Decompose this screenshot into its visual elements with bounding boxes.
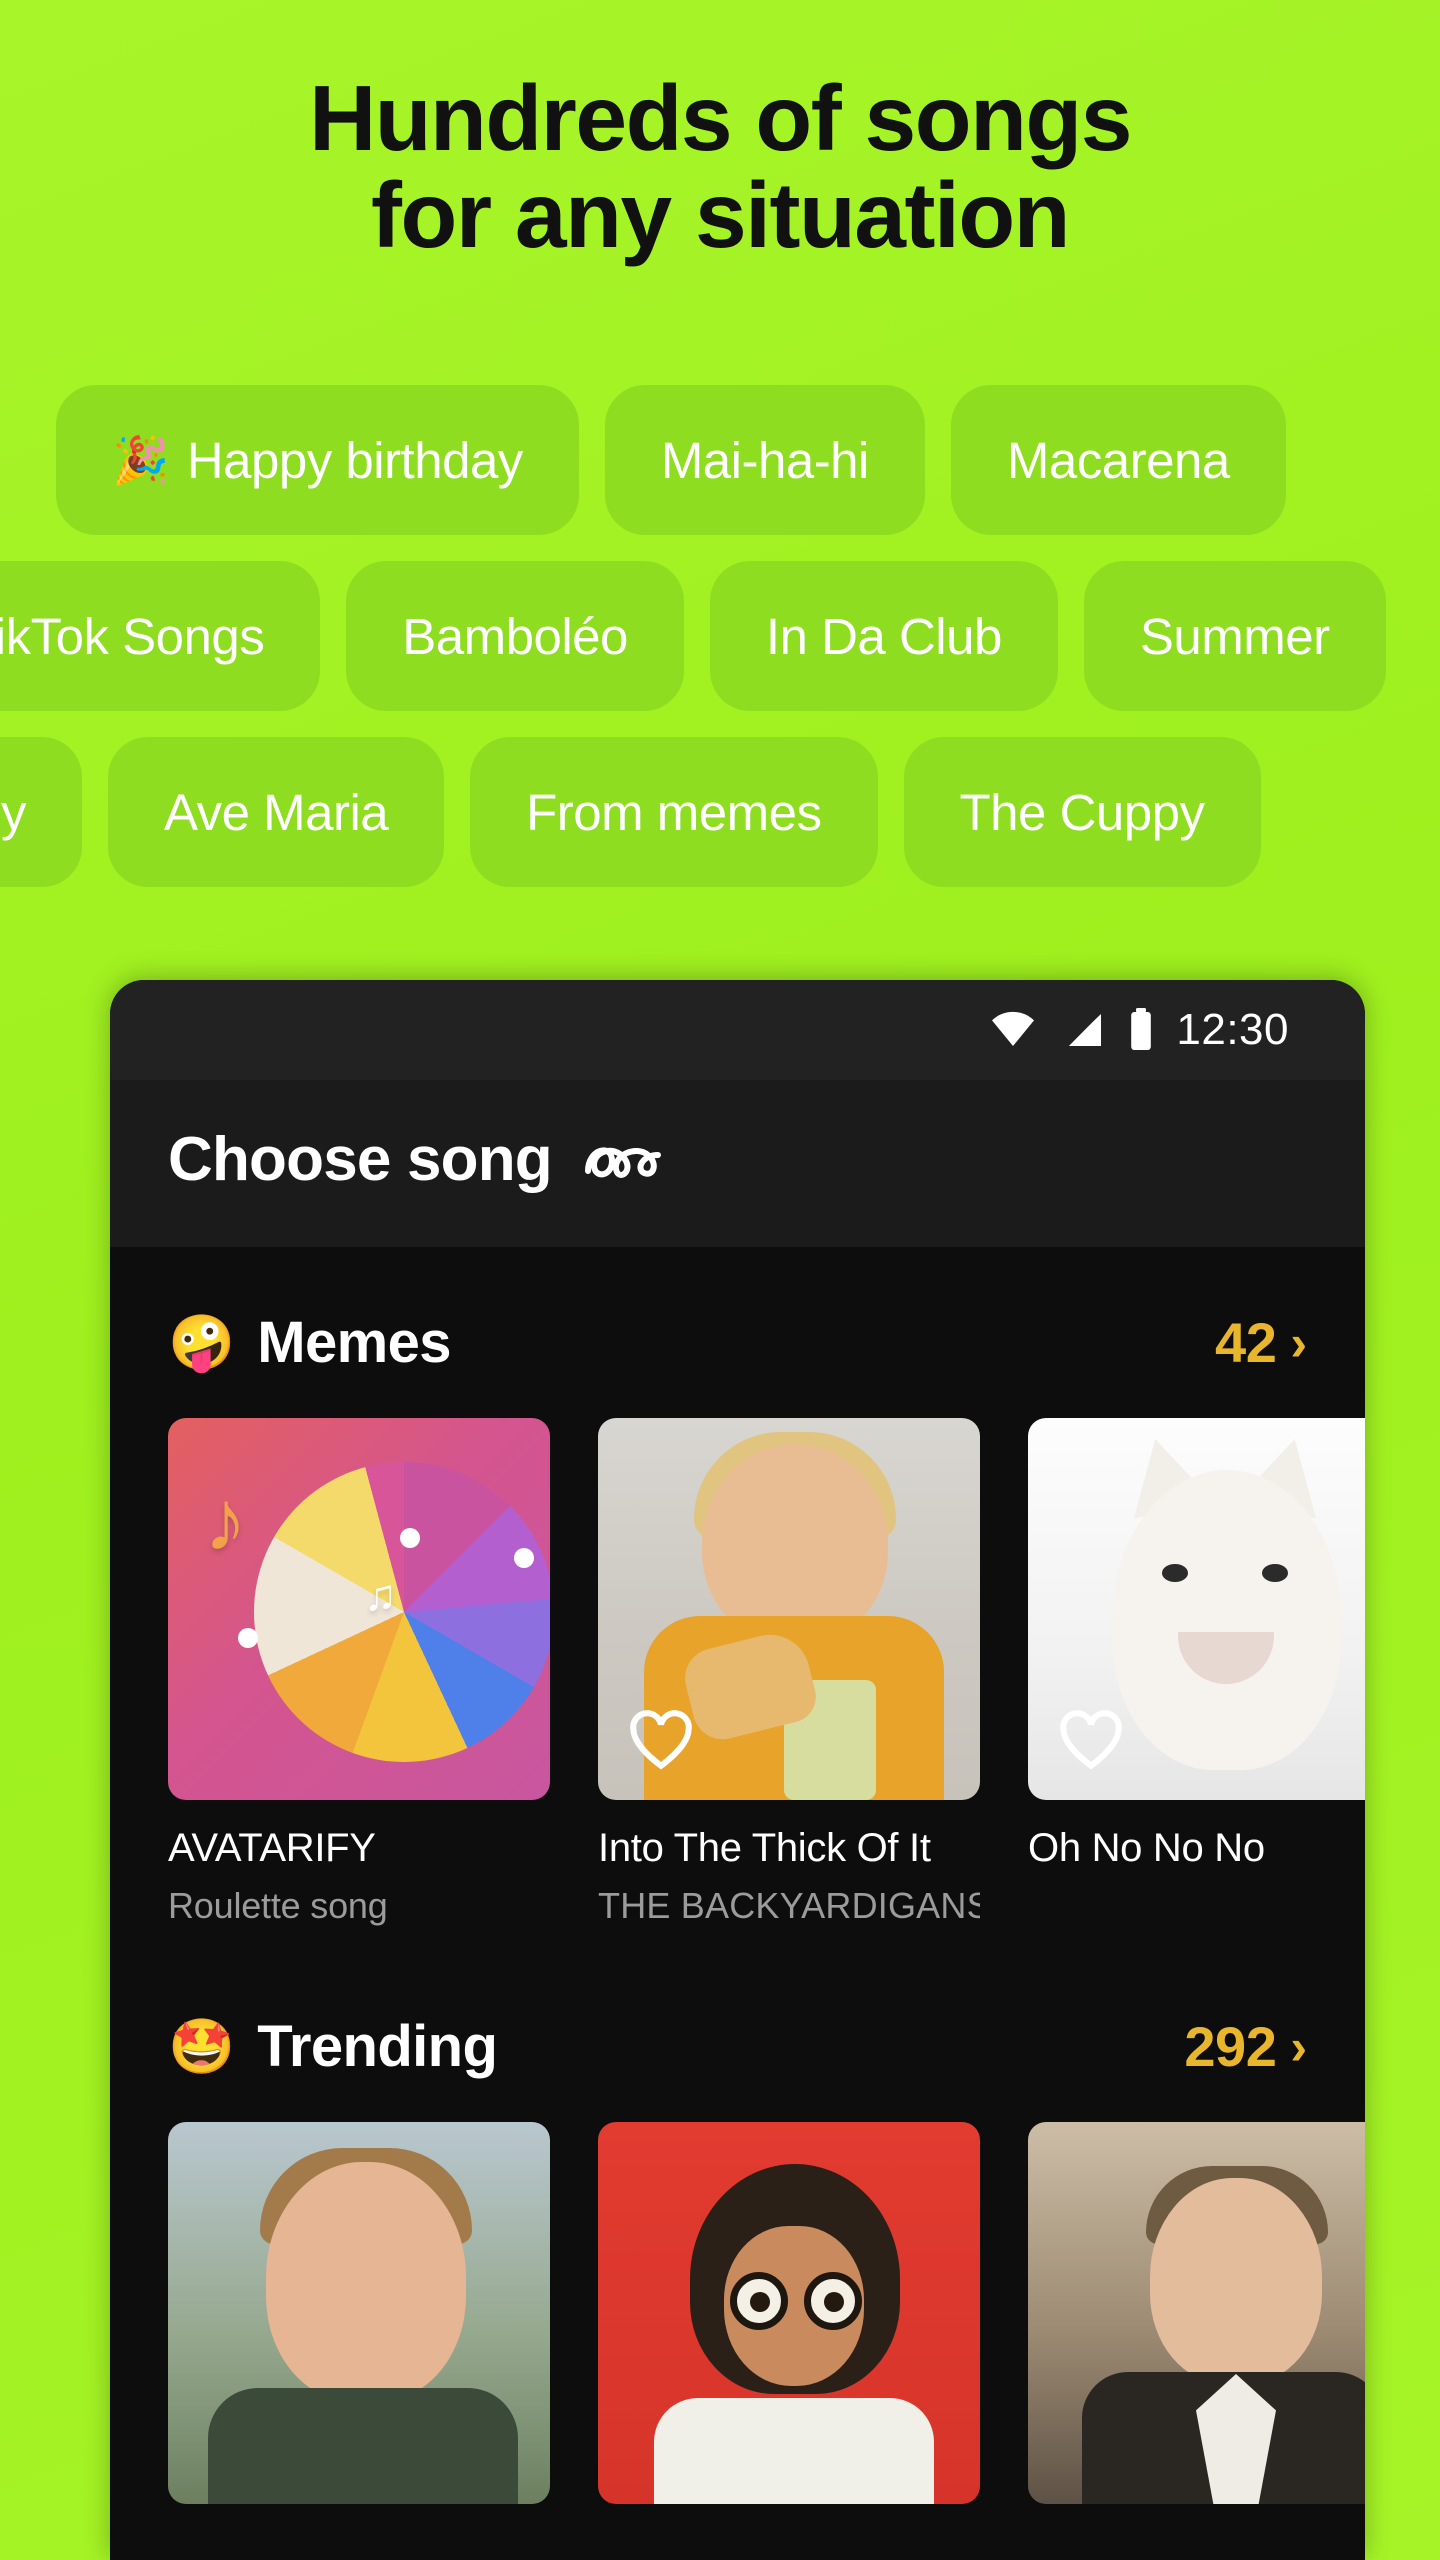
song-card[interactable] (598, 2122, 980, 2504)
phone-header: Choose song (110, 1080, 1365, 1247)
photo-art (824, 2292, 844, 2312)
roulette-wheel-art (254, 1462, 550, 1762)
song-card[interactable] (1028, 2122, 1365, 2504)
photo-art (654, 2398, 934, 2504)
card-list-trending (110, 2102, 1365, 2504)
section-count: 292 (1184, 2015, 1277, 2078)
chevron-right-icon[interactable]: › (1290, 2018, 1307, 2076)
chip-label: y (1, 783, 27, 841)
chip-the-cuppy[interactable]: The Cuppy (903, 737, 1261, 887)
song-thumbnail[interactable] (598, 1418, 980, 1800)
song-thumbnail[interactable] (168, 2122, 550, 2504)
screen-title: Choose song (168, 1125, 553, 1194)
chip-label: Happy birthday (186, 431, 524, 489)
chip-label: Mai-ha-hi (660, 431, 870, 489)
section-title: Memes (257, 1310, 451, 1375)
section-title: Trending (257, 2014, 498, 2079)
song-thumbnail[interactable] (1028, 2122, 1365, 2504)
song-title: Oh No No No (1028, 1826, 1265, 1870)
music-note-icon: ♪ (204, 1473, 247, 1569)
photo-art (1162, 1564, 1188, 1582)
dot-decoration (400, 1528, 420, 1548)
chip-macarena[interactable]: Macarena (950, 385, 1286, 535)
heart-icon[interactable] (628, 1708, 694, 1774)
chip-from-memes[interactable]: From memes (470, 737, 878, 887)
card-list-memes: ♪ ♫ AVATARIFY Roulette song Into The Thi… (110, 1398, 1365, 1927)
chip-ave-maria[interactable]: Ave Maria (108, 737, 445, 887)
photo-art (266, 2162, 466, 2402)
chip-partial-left[interactable]: y (0, 737, 82, 887)
chip-in-da-club[interactable]: In Da Club (709, 561, 1058, 711)
chip-label: From memes (526, 783, 822, 841)
photo-art (702, 1444, 888, 1644)
song-title: AVATARIFY (168, 1826, 376, 1870)
chip-label: Ave Maria (164, 783, 389, 841)
party-popper-icon: 🎉 (112, 434, 169, 486)
zany-face-icon: 🤪 (168, 1312, 236, 1373)
chip-row-2: TikTok Songs Bamboléo In Da Club Summer (0, 561, 1440, 711)
song-card[interactable]: Oh No No No (1028, 1418, 1365, 1927)
status-bar-time: 12:30 (1176, 1005, 1289, 1054)
song-thumbnail[interactable] (1028, 1418, 1365, 1800)
category-chip-rows: 🎉 Happy birthday Mai-ha-hi Macarena TikT… (0, 385, 1440, 913)
chip-label: The Cuppy (959, 783, 1205, 841)
photo-art (1150, 2178, 1322, 2384)
chip-row-1: 🎉 Happy birthday Mai-ha-hi Macarena (0, 385, 1440, 535)
dot-decoration (514, 1548, 534, 1568)
song-subtitle: Roulette song (168, 1885, 388, 1926)
signal-icon (1062, 1010, 1102, 1050)
chip-label: Summer (1139, 607, 1330, 665)
phone-mockup: 12:30 Choose song 🤪 Memes 42 › ♪ ♫ AVATA… (110, 980, 1365, 2560)
photo-art (750, 2292, 770, 2312)
song-title: Into The Thick Of It (598, 1826, 931, 1870)
chip-label: In Da Club (765, 607, 1002, 665)
song-thumbnail[interactable]: ♪ ♫ (168, 1418, 550, 1800)
chip-bamboleo[interactable]: Bamboléo (346, 561, 684, 711)
chip-mai-ha-hi[interactable]: Mai-ha-hi (604, 385, 925, 535)
section-count: 42 (1215, 1311, 1277, 1374)
photo-art (208, 2388, 518, 2504)
squiggle-icon (584, 1147, 661, 1178)
song-card[interactable]: ♪ ♫ AVATARIFY Roulette song (168, 1418, 550, 1927)
chip-happy-birthday[interactable]: 🎉 Happy birthday (56, 385, 579, 535)
section-header-trending[interactable]: 🤩 Trending 292 › (110, 1927, 1365, 2102)
chip-row-3: y Ave Maria From memes The Cuppy (0, 737, 1440, 887)
chip-label: Bamboléo (402, 607, 628, 665)
chip-summer[interactable]: Summer (1083, 561, 1386, 711)
headline-line-1: Hundreds of songs (309, 66, 1132, 170)
dot-decoration (238, 1628, 258, 1648)
battery-icon (1131, 1008, 1152, 1050)
star-struck-icon: 🤩 (168, 2016, 236, 2077)
headline-line-2: for any situation (371, 162, 1070, 267)
song-card[interactable] (168, 2122, 550, 2504)
chevron-right-icon[interactable]: › (1290, 1314, 1307, 1372)
heart-icon[interactable] (1058, 1708, 1124, 1774)
status-bar: 12:30 (110, 980, 1365, 1080)
page-title: Hundreds of songs for any situation (0, 70, 1440, 263)
photo-art (1262, 1564, 1288, 1582)
music-note-icon: ♫ (364, 1571, 397, 1620)
phone-body: 🤪 Memes 42 › ♪ ♫ AVATARIFY Roulette song (110, 1247, 1365, 2504)
song-thumbnail[interactable] (598, 2122, 980, 2504)
photo-art (1112, 1470, 1342, 1770)
section-header-memes[interactable]: 🤪 Memes 42 › (110, 1281, 1365, 1398)
chip-tiktok-songs[interactable]: TikTok Songs (0, 561, 321, 711)
song-card[interactable]: Into The Thick Of It THE BACKYARDIGANS (598, 1418, 980, 1927)
chip-label: Macarena (1006, 431, 1230, 489)
wifi-icon (992, 1011, 1035, 1046)
chip-label: TikTok Songs (0, 607, 265, 665)
song-subtitle: THE BACKYARDIGANS (598, 1885, 980, 1926)
